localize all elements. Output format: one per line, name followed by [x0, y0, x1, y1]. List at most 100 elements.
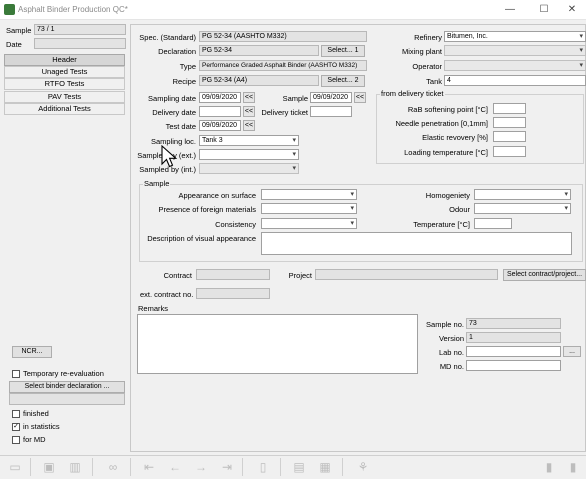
- loading-temperature-field[interactable]: [493, 146, 526, 157]
- previous-record-icon[interactable]: ←: [164, 459, 186, 475]
- operator-select[interactable]: ▾: [444, 60, 586, 71]
- sampling-loc-select[interactable]: Tank 3 ▾: [199, 135, 299, 146]
- first-record-icon[interactable]: ⇤: [138, 459, 160, 475]
- chevron-down-icon: ▾: [292, 137, 296, 144]
- tab-header[interactable]: Header: [4, 54, 125, 66]
- consistency-select[interactable]: ▾: [261, 218, 357, 229]
- finished-checkbox[interactable]: [12, 410, 20, 418]
- refinery-label: Refinery: [414, 33, 442, 42]
- close-button[interactable]: ✕: [558, 2, 586, 18]
- tab-unaged-tests[interactable]: Unaged Tests: [4, 66, 125, 78]
- declaration-label: Declaration: [158, 47, 196, 56]
- delivery-date-label: Delivery date: [152, 108, 196, 117]
- title-bar: Asphalt Binder Production QC* — ☐ ✕: [0, 0, 586, 20]
- chevron-down-icon: ▾: [579, 47, 583, 54]
- maximize-button[interactable]: ☐: [530, 2, 558, 18]
- date-field: [34, 38, 126, 49]
- chevron-down-icon: ▾: [579, 33, 583, 40]
- sample-date-field[interactable]: 09/09/2020: [310, 92, 352, 103]
- save-icon[interactable]: ▣: [38, 459, 60, 475]
- tab-pav-tests[interactable]: PAV Tests: [4, 91, 125, 103]
- mixing-plant-select[interactable]: ▾: [444, 45, 586, 56]
- appearance-select[interactable]: ▾: [261, 189, 357, 200]
- homogeneity-label: Homogeniety: [425, 191, 470, 200]
- temperature-field[interactable]: [474, 218, 512, 229]
- ext-contract-field: [196, 288, 270, 299]
- test-date-label: Test date: [165, 122, 196, 131]
- odour-select[interactable]: ▾: [474, 203, 571, 214]
- foreign-materials-select[interactable]: ▾: [261, 203, 357, 214]
- md-no-field[interactable]: [466, 360, 561, 371]
- select-contract-button[interactable]: Select contract/project...: [503, 269, 586, 281]
- tab-additional-tests[interactable]: Additional Tests: [4, 103, 125, 115]
- recipe-label: Recipe: [172, 77, 196, 86]
- in-statistics-checkbox[interactable]: ✓: [12, 423, 20, 431]
- lab-no-field[interactable]: [466, 346, 561, 357]
- toolbar-separator: [280, 458, 281, 476]
- sampling-date-field[interactable]: 09/09/2020: [199, 92, 241, 103]
- sampled-by-ext-select[interactable]: ▾: [199, 149, 299, 160]
- lab-no-browse-button[interactable]: ...: [563, 346, 581, 357]
- test-date-field[interactable]: 09/09/2020: [199, 120, 241, 131]
- door-icon[interactable]: ▯: [252, 459, 274, 475]
- delivery-date-picker-button[interactable]: <<: [243, 106, 255, 117]
- project-field: [315, 269, 498, 280]
- refinery-value: Bitumen, Inc.: [447, 33, 488, 40]
- remarks-field[interactable]: [137, 314, 418, 374]
- sample-date-picker-button[interactable]: <<: [354, 92, 366, 103]
- select-declaration-button[interactable]: Select... 1: [321, 45, 365, 57]
- remarks-label: Remarks: [138, 304, 169, 313]
- sample-date-label: Sample: [282, 94, 308, 103]
- chevron-down-icon: ▾: [292, 151, 296, 158]
- rab-softening-field[interactable]: [493, 103, 526, 114]
- description-label: Description of visual appearance: [147, 234, 256, 243]
- app-icon: [4, 4, 15, 15]
- description-field[interactable]: [261, 232, 572, 255]
- test-date-picker-button[interactable]: <<: [243, 120, 255, 131]
- version-label: Version: [438, 334, 464, 343]
- toolbar-separator: [130, 458, 131, 476]
- chevron-down-icon: ▾: [292, 165, 296, 172]
- tank-field[interactable]: 4: [444, 75, 586, 86]
- tab-rtfo-tests[interactable]: RTFO Tests: [4, 78, 125, 90]
- delivery-date-field[interactable]: [199, 106, 241, 117]
- spec-label: Spec. (Standard): [139, 33, 196, 42]
- sampling-date-picker-button[interactable]: <<: [243, 92, 255, 103]
- declaration-field: PG 52-34: [199, 45, 319, 56]
- appearance-label: Appearance on surface: [178, 191, 256, 200]
- needle-penetration-label: Needle penetration [0,1mm]: [395, 119, 488, 128]
- foreign-materials-label: Presence of foreign materials: [158, 205, 256, 214]
- refinery-select[interactable]: Bitumen, Inc. ▾: [444, 31, 586, 42]
- last-record-icon[interactable]: ⇥: [216, 459, 238, 475]
- tank-label: Tank: [426, 77, 442, 86]
- ext-contract-label: ext. contract no.: [140, 290, 194, 299]
- recipe-field: PG 52-34 (A4): [199, 75, 319, 86]
- elastic-recovery-field[interactable]: [493, 131, 526, 142]
- finished-label: finished: [23, 409, 49, 418]
- select-recipe-button[interactable]: Select... 2: [321, 75, 365, 87]
- temporary-reevaluation-checkbox[interactable]: [12, 370, 20, 378]
- for-md-checkbox[interactable]: [12, 436, 20, 444]
- homogeneity-select[interactable]: ▾: [474, 189, 571, 200]
- needle-penetration-field[interactable]: [493, 117, 526, 128]
- chevron-down-icon: ▾: [350, 220, 354, 227]
- print-icon[interactable]: ▦: [314, 459, 336, 475]
- report-icon[interactable]: ▤: [288, 459, 310, 475]
- binoculars-icon[interactable]: ∞: [102, 459, 124, 475]
- lab-no-label: Lab no.: [438, 348, 464, 357]
- new-record-icon[interactable]: ▭: [4, 459, 26, 475]
- sampled-by-int-select[interactable]: ▾: [199, 163, 299, 174]
- loading-temperature-label: Loading temperature [°C]: [404, 148, 488, 157]
- minimize-button[interactable]: —: [496, 2, 524, 18]
- delete-icon[interactable]: ▥: [64, 459, 86, 475]
- close-window-icon[interactable]: ▮: [562, 459, 584, 475]
- stamp-icon[interactable]: ⚘: [352, 459, 374, 475]
- ncr-button[interactable]: NCR...: [12, 346, 52, 358]
- next-record-icon[interactable]: →: [190, 459, 212, 475]
- sample-id-field: 73 / 1: [34, 24, 126, 35]
- toolbar-separator: [30, 458, 31, 476]
- select-binder-declaration-button[interactable]: Select binder declaration ...: [9, 381, 125, 393]
- exit-icon[interactable]: ▮: [538, 459, 560, 475]
- type-field: Performance Graded Asphalt Binder (AASHT…: [199, 60, 367, 71]
- delivery-ticket-field[interactable]: [310, 106, 352, 117]
